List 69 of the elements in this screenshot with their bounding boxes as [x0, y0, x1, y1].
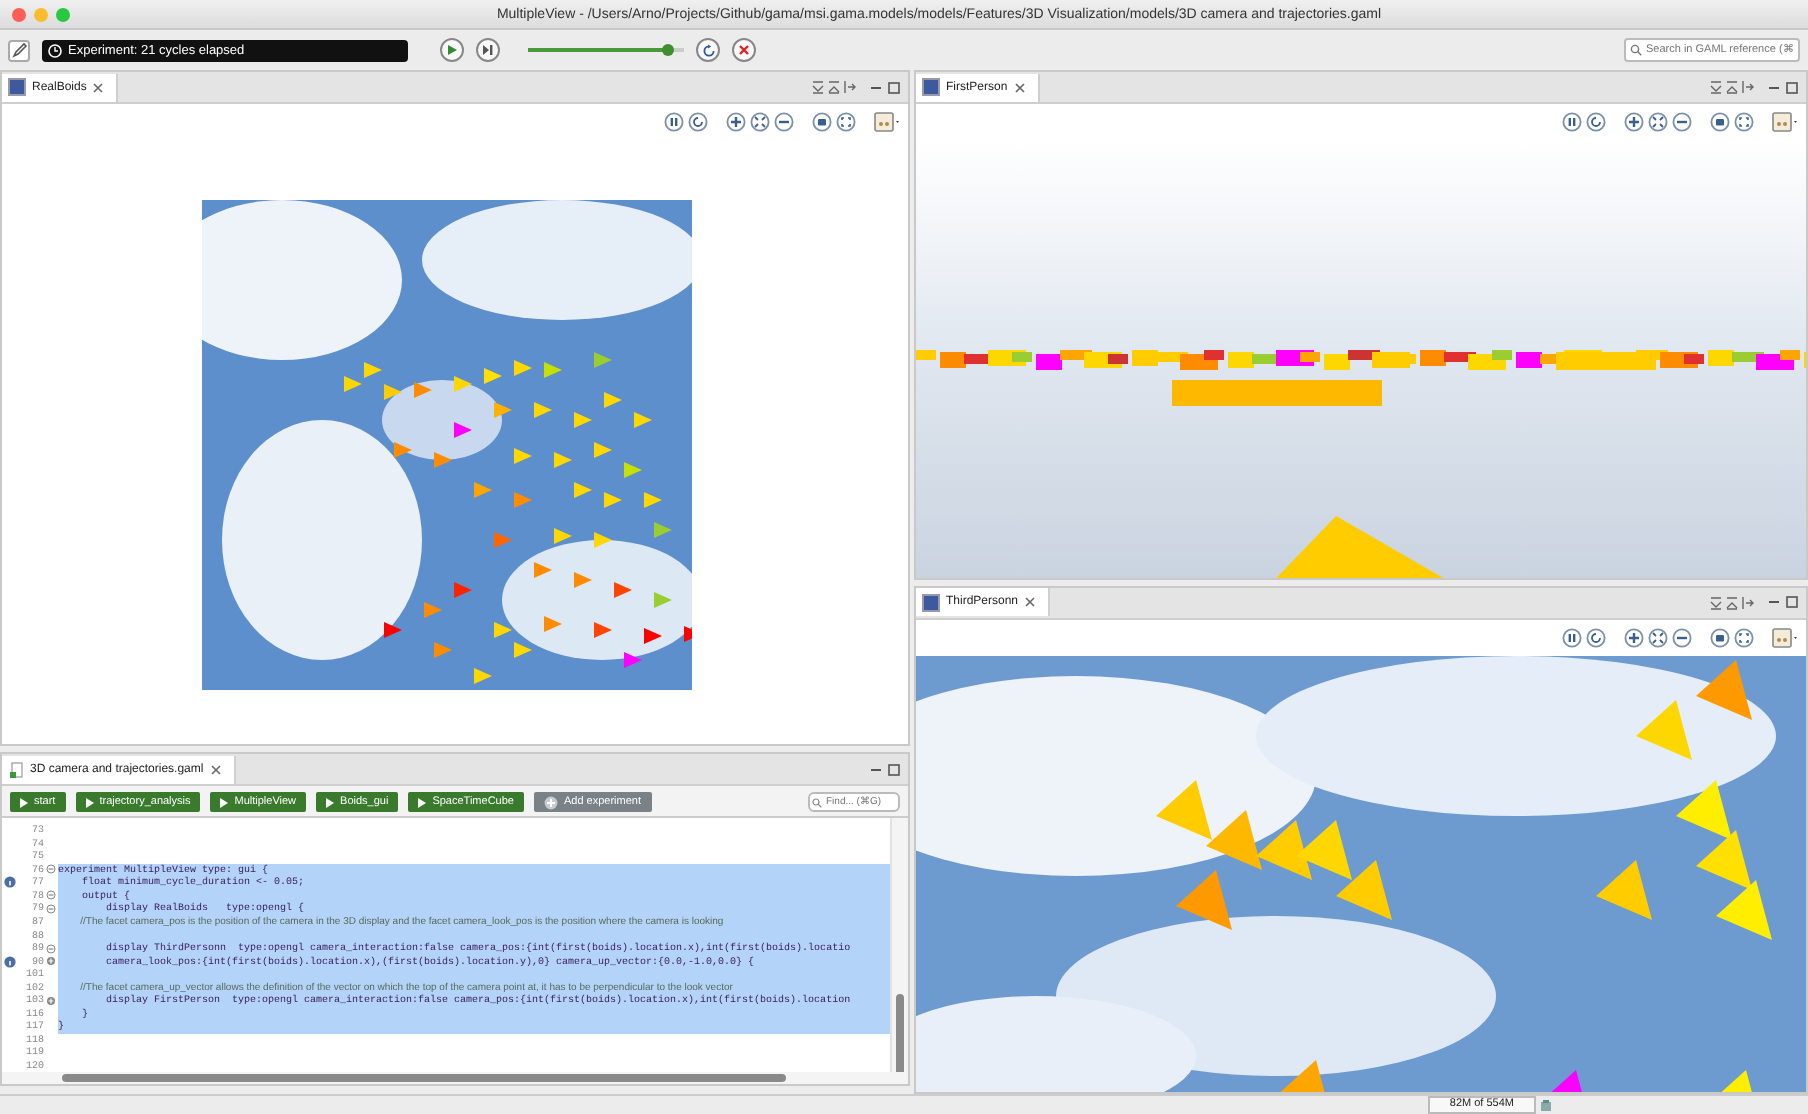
camera-icon[interactable]: [1710, 627, 1730, 647]
layers-menu-icon[interactable]: [874, 112, 900, 132]
clock-icon: [48, 43, 62, 57]
scrollbar-thumb[interactable]: [62, 1074, 786, 1082]
play-icon: [418, 797, 427, 807]
reload-icon: [701, 43, 715, 57]
camera-icon[interactable]: [812, 112, 832, 132]
maximize-icon[interactable]: [888, 81, 900, 93]
play-icon: [326, 797, 335, 807]
sync-icon[interactable]: [688, 112, 708, 132]
zoom-in-icon[interactable]: [726, 112, 746, 132]
reload-button[interactable]: [696, 38, 720, 62]
edit-button[interactable]: [8, 39, 30, 61]
zoom-out-icon[interactable]: [1672, 627, 1692, 647]
fit-view-icon[interactable]: [1648, 627, 1668, 647]
gaml-file-icon: [10, 761, 24, 777]
collapse-icon[interactable]: [45, 903, 55, 914]
maximize-icon[interactable]: [1786, 81, 1798, 93]
pause-icon[interactable]: [1562, 627, 1582, 647]
play-icon: [220, 797, 229, 807]
maximize-icon[interactable]: [1786, 596, 1798, 608]
zoom-out-icon[interactable]: [1672, 112, 1692, 132]
search-icon: [1630, 44, 1642, 56]
fit-view-icon[interactable]: [1648, 112, 1668, 132]
fullscreen-icon[interactable]: [836, 112, 856, 132]
display-icon: [922, 593, 940, 611]
fullscreen-icon[interactable]: [1734, 627, 1754, 647]
step-forward-icon: [482, 44, 494, 56]
camera-icon[interactable]: [1710, 112, 1730, 132]
play-icon: [446, 44, 458, 56]
zoom-in-icon[interactable]: [1624, 112, 1644, 132]
fullscreen-icon[interactable]: [1734, 112, 1754, 132]
collapse-icon[interactable]: [45, 890, 55, 901]
close-icon[interactable]: [1024, 596, 1037, 608]
play-icon: [20, 797, 28, 807]
maximize-icon[interactable]: [888, 763, 900, 775]
sync-icon[interactable]: [1586, 627, 1606, 647]
expand-icon[interactable]: [45, 956, 55, 967]
close-icon[interactable]: [1013, 81, 1026, 93]
minimize-icon[interactable]: [1768, 81, 1780, 93]
pause-icon[interactable]: [1562, 112, 1582, 132]
layers-menu-icon[interactable]: [1772, 627, 1798, 647]
sync-icon[interactable]: [1586, 112, 1606, 132]
collapse-icon[interactable]: [45, 864, 55, 875]
pencil-icon: [11, 42, 27, 58]
close-icon[interactable]: [92, 81, 105, 93]
minimize-icon[interactable]: [870, 763, 882, 775]
minimize-icon[interactable]: [1768, 596, 1780, 608]
display-icon: [922, 78, 940, 96]
pause-icon[interactable]: [664, 112, 684, 132]
expand-icon[interactable]: [45, 995, 55, 1006]
stop-button[interactable]: [732, 38, 756, 62]
scrollbar-thumb[interactable]: [896, 994, 904, 1078]
close-window-button[interactable]: [12, 7, 26, 21]
step-button[interactable]: [476, 38, 500, 62]
speed-slider[interactable]: [528, 40, 684, 60]
fit-view-icon[interactable]: [750, 112, 770, 132]
close-icon: [738, 44, 750, 56]
search-icon: [812, 797, 822, 807]
close-icon[interactable]: [209, 763, 222, 775]
collapse-icon[interactable]: [45, 943, 55, 954]
zoom-out-icon[interactable]: [774, 112, 794, 132]
layers-menu-icon[interactable]: [1772, 112, 1798, 132]
play-button[interactable]: [440, 38, 464, 62]
zoom-in-icon[interactable]: [1624, 627, 1644, 647]
plus-icon: [543, 795, 558, 809]
play-icon: [85, 797, 94, 807]
minimize-icon[interactable]: [870, 81, 882, 93]
display-icon: [8, 78, 26, 96]
